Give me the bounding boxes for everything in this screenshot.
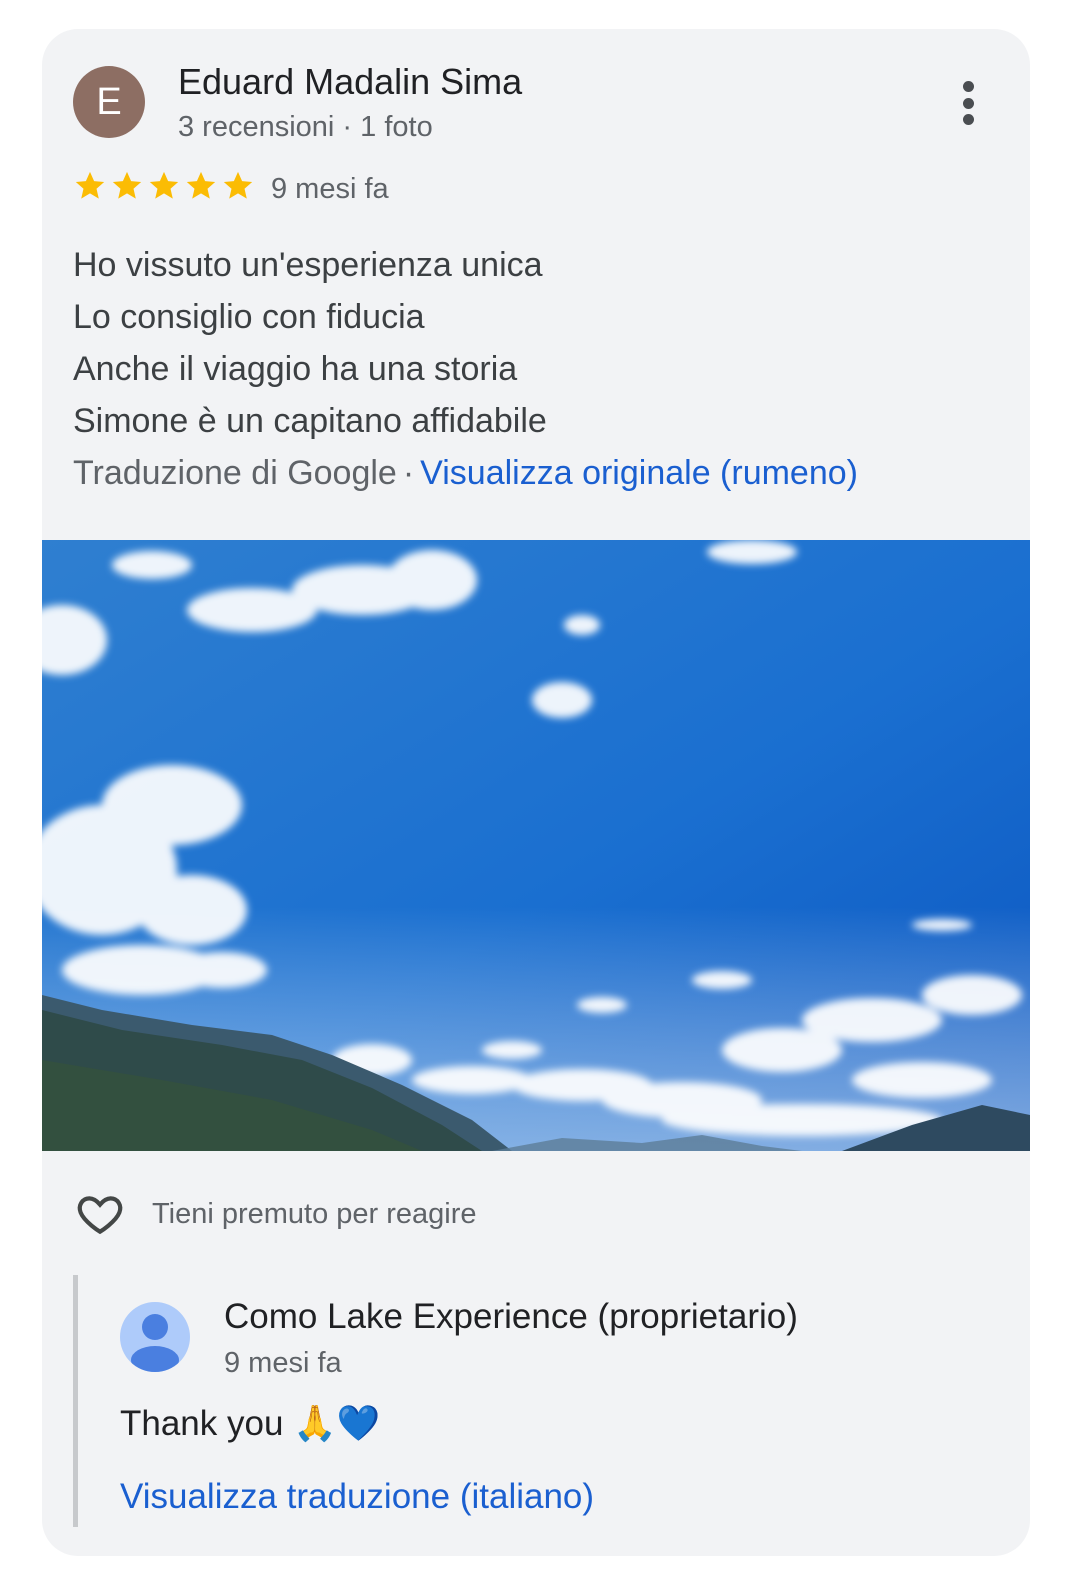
translation-separator: ·	[402, 454, 415, 492]
more-options-button[interactable]	[940, 77, 996, 129]
person-icon	[131, 1314, 179, 1372]
reviewer-avatar[interactable]: E	[73, 66, 145, 138]
more-vert-icon	[962, 81, 974, 92]
review-text-line: Lo consiglio con fiducia	[73, 298, 425, 336]
review-photo[interactable]	[42, 540, 1030, 1151]
translation-source: Traduzione di Google	[73, 454, 397, 492]
owner-avatar[interactable]	[120, 1302, 190, 1372]
star-icon	[75, 171, 105, 199]
translation-line: Traduzione di Google · Visualizza original…	[73, 447, 858, 499]
star-icon	[223, 171, 253, 199]
owner-name[interactable]: Como Lake Experience (proprietario)	[224, 1297, 798, 1337]
review-text-line: Simone è un capitano affidabile	[73, 402, 547, 440]
reviewer-name[interactable]: Eduard Madalin Sima	[178, 61, 522, 103]
more-vert-icon	[962, 97, 974, 109]
reviewer-meta: 3 recensioni · 1 foto	[178, 111, 433, 143]
star-rating	[73, 169, 255, 203]
owner-reply-text: Thank you 🙏💙	[120, 1404, 381, 1443]
avatar-letter: E	[96, 80, 122, 123]
react-label: Tieni premuto per reagire	[152, 1197, 477, 1230]
review-text-line: Ho vissuto un'esperienza unica	[73, 246, 543, 284]
view-original-link[interactable]: Visualizza originale (rumeno)	[420, 454, 858, 492]
star-icon	[112, 171, 142, 199]
more-vert-icon	[962, 114, 974, 125]
star-icon	[186, 171, 216, 199]
reply-divider	[73, 1275, 78, 1527]
review-time: 9 mesi fa	[271, 173, 389, 205]
react-row[interactable]: Tieni premuto per reagire	[73, 1189, 477, 1239]
review-text: Ho vissuto un'esperienza unica Lo consig…	[73, 239, 547, 447]
heart-outline-icon[interactable]	[73, 1189, 127, 1239]
star-icon	[149, 171, 179, 199]
view-translation-link[interactable]: Visualizza traduzione (italiano)	[120, 1477, 594, 1517]
review-card: E Eduard Madalin Sima 3 recensioni · 1 f…	[42, 29, 1030, 1556]
owner-reply-time: 9 mesi fa	[224, 1347, 342, 1379]
review-text-line: Anche il viaggio ha una storia	[73, 350, 518, 388]
